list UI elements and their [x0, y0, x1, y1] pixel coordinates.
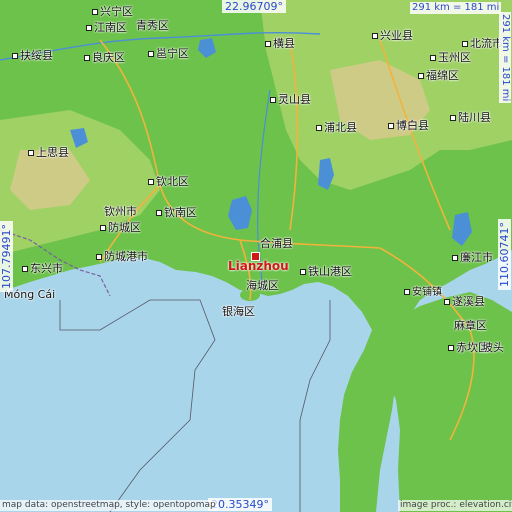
place-label: 青秀区: [136, 19, 169, 32]
place-label: 铁山港区: [300, 266, 352, 278]
scale-top: 291 km = 181 mi: [410, 2, 502, 14]
place-label: 钦南区: [156, 207, 197, 219]
place-label: 邕宁区: [148, 48, 189, 60]
place-label: 扶绥县: [12, 50, 53, 62]
highlight-city-label: Lianzhou: [228, 259, 289, 273]
place-label: 浦北县: [316, 122, 357, 134]
place-label: 兴宁区: [92, 6, 133, 18]
place-label: 坡头: [482, 341, 504, 354]
place-label: 防城区: [100, 222, 141, 234]
place-label: 博白县: [388, 120, 429, 132]
place-label: 江南区: [86, 22, 127, 34]
coord-top: 22.96709°: [222, 0, 286, 13]
place-label: 北流市: [462, 38, 503, 50]
coord-right: 110.60741°: [498, 219, 511, 290]
place-label: 合浦县: [260, 237, 293, 250]
place-label: 横县: [265, 38, 295, 50]
place-label: 遂溪县: [444, 296, 485, 308]
place-label: 钦州市: [104, 205, 137, 218]
scale-right: 291 km = 181 mi: [499, 12, 511, 104]
attribution-right: image proc.: elevation.city: [398, 500, 512, 511]
place-label: 良庆区: [84, 52, 125, 64]
place-label: 银海区: [222, 305, 255, 318]
place-label: 陆川县: [450, 112, 491, 124]
place-label: 兴业县: [372, 30, 413, 42]
place-label: 海城区: [246, 279, 279, 292]
place-label: 防城港市: [96, 251, 148, 263]
place-label: 福绵区: [418, 70, 459, 82]
place-label: 麻章区: [454, 319, 487, 332]
place-label: 廉江市: [452, 252, 493, 264]
map-view[interactable]: 兴宁区 江南区 青秀区 扶绥县 良庆区 邕宁区 横县 兴业县 北流市 玉州区 福…: [0, 0, 512, 512]
place-label: 东兴市: [22, 263, 63, 275]
place-label: 灵山县: [270, 94, 311, 106]
place-label: 玉州区: [430, 52, 471, 64]
place-label: 上思县: [28, 147, 69, 159]
place-label: 钦北区: [148, 176, 189, 188]
coord-left: 107.79491°: [0, 221, 13, 292]
place-label: 安铺镇: [404, 287, 442, 299]
attribution-left: map data: openstreetmap, style: opentopo…: [0, 500, 218, 511]
